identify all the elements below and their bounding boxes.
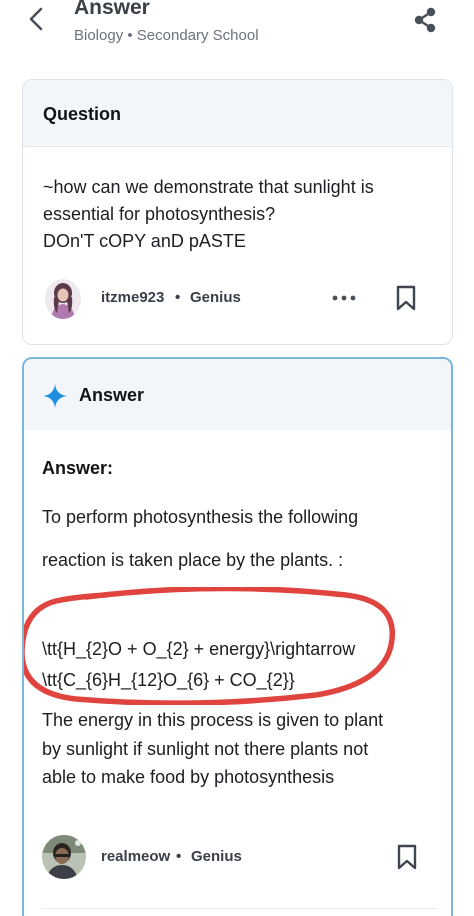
author-username[interactable]: realmeow (101, 848, 170, 865)
bookmark-icon[interactable] (395, 285, 417, 311)
answer-card-header: Answer (24, 359, 451, 430)
answer-line: To perform photosynthesis the following (42, 507, 359, 527)
author-username[interactable]: itzme923 (101, 289, 164, 306)
answer-line: by sunlight if sunlight not there plants… (42, 739, 369, 759)
top-bar: Answer Biology • Secondary School (0, 0, 474, 62)
sparkle-icon (43, 384, 67, 408)
back-arrow-icon[interactable] (26, 6, 48, 32)
divider (42, 908, 437, 909)
more-options-icon[interactable] (331, 293, 357, 303)
answer-line: The energy in this process is given to p… (42, 710, 384, 730)
subject-breadcrumb: Biology • Secondary School (74, 27, 259, 44)
author-rank: Genius (190, 289, 241, 306)
question-text: ~how can we demonstrate that sunlight is… (43, 174, 438, 255)
highlight-circle-annotation (24, 587, 395, 705)
page-title: Answer (74, 0, 150, 19)
avatar[interactable] (45, 279, 81, 319)
question-line: DOn'T cOPY anD pASTE (43, 231, 246, 251)
question-card: Question ~how can we demonstrate that su… (22, 79, 453, 345)
question-heading: Question (43, 104, 122, 124)
share-icon[interactable] (412, 6, 438, 34)
separator-dot: • (176, 848, 182, 865)
question-line: essential for photosynthesis? (43, 204, 276, 224)
bookmark-icon[interactable] (396, 844, 418, 870)
answer-label: Answer: (42, 458, 114, 478)
avatar[interactable] (42, 835, 86, 879)
answer-line: able to make food by photosynthesis (42, 767, 335, 787)
answer-heading: Answer (79, 385, 145, 405)
separator-dot: • (175, 289, 181, 306)
answer-card: Answer Answer: To perform photosynthesis… (22, 357, 453, 916)
question-line: ~how can we demonstrate that sunlight is (43, 177, 374, 197)
author-rank: Genius (191, 848, 242, 865)
answer-line: reaction is taken place by the plants. : (42, 550, 344, 570)
question-card-header: Question (23, 80, 452, 147)
question-author-bar: itzme923 • Genius (23, 272, 452, 324)
